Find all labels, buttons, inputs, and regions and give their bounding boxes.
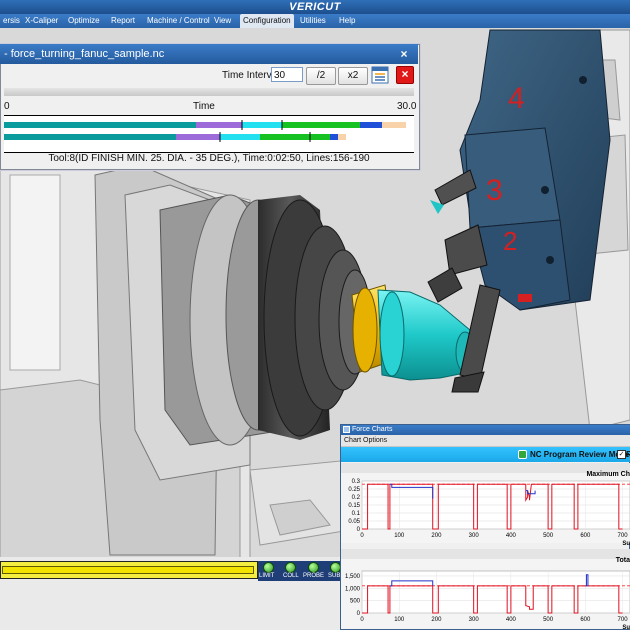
app-title: VERICUT bbox=[289, 1, 341, 13]
window-icon bbox=[343, 426, 350, 433]
menu-item-analysis[interactable]: ersis bbox=[0, 14, 23, 28]
y-tick-label: 0.1 bbox=[352, 511, 361, 517]
x-axis-label: Su bbox=[622, 541, 630, 547]
y-tick-label: 1,000 bbox=[345, 586, 361, 592]
workpiece-yellow-face bbox=[352, 287, 378, 373]
menu-item-view[interactable]: View bbox=[211, 14, 234, 28]
time-axis: 0 Time 30.0 bbox=[4, 101, 417, 113]
probe-led-label: PROBE bbox=[303, 573, 325, 579]
housing-panel bbox=[9, 174, 61, 371]
close-dialog-button[interactable]: × bbox=[396, 66, 414, 84]
time-segment-2 bbox=[196, 122, 242, 128]
y-tick-label: 0.25 bbox=[348, 487, 360, 493]
y-tick-label: 1,500 bbox=[345, 574, 361, 580]
force-charts-title: Force Charts bbox=[352, 426, 393, 433]
x-tick-label: 200 bbox=[431, 617, 442, 623]
turret-label-3: 3 bbox=[486, 174, 503, 207]
review-mode-label: NC Program Review Mode: bbox=[530, 450, 630, 459]
double-interval-button[interactable]: x2 bbox=[338, 67, 368, 85]
chart-title: Maximum Ch bbox=[586, 471, 630, 478]
time-bars-svg bbox=[4, 120, 406, 142]
turret-station-3 bbox=[464, 127, 561, 229]
x-tick-label: 200 bbox=[431, 533, 442, 539]
menu-item-x-caliper[interactable]: X-Caliper bbox=[22, 14, 61, 28]
time-segment-7 bbox=[4, 134, 176, 140]
y-tick-label: 0.05 bbox=[348, 519, 360, 525]
menu-item-optimize[interactable]: Optimize bbox=[65, 14, 103, 28]
time-segment-3 bbox=[242, 122, 282, 128]
x-tick-label: 700 bbox=[618, 617, 629, 623]
chart-title: Tota bbox=[616, 557, 630, 564]
x-tick-label: 300 bbox=[469, 533, 480, 539]
time-scrollbar[interactable] bbox=[4, 88, 414, 96]
menu-item-configuration[interactable]: Configuration bbox=[240, 14, 294, 28]
sub-led-label: SUB bbox=[328, 573, 341, 579]
x-tick-label: 500 bbox=[543, 617, 554, 623]
time-interval-input[interactable]: 30 bbox=[271, 67, 303, 82]
led-strip: LIMIT COLL PROBE SUB bbox=[258, 561, 341, 581]
time-segment-1 bbox=[4, 122, 196, 128]
x-tick-label: 700 bbox=[618, 533, 629, 539]
time-segment-11 bbox=[330, 134, 338, 140]
turret-bolt bbox=[579, 76, 587, 84]
chart-options-menu[interactable]: Chart Options bbox=[344, 435, 387, 446]
progress-bar bbox=[2, 566, 254, 574]
review-mode-icon bbox=[518, 450, 527, 459]
menu-item-report[interactable]: Report bbox=[108, 14, 138, 28]
y-tick-label: 500 bbox=[350, 599, 361, 605]
limit-led-label: LIMIT bbox=[259, 573, 275, 579]
x-tick-label: 100 bbox=[394, 533, 405, 539]
y-tick-label: 0.2 bbox=[352, 495, 361, 501]
force-charts-plot-area: Maximum Ch00.050.10.150.20.250.30 100 200 3… bbox=[341, 463, 630, 630]
menu-item-machine-control[interactable]: Machine / Control bbox=[144, 14, 213, 28]
time-segment-5 bbox=[360, 122, 382, 128]
workpiece-cyan-face bbox=[379, 291, 405, 377]
x-tick-label: 500 bbox=[543, 533, 554, 539]
coll-led-label: COLL bbox=[283, 573, 299, 579]
turret-bolt bbox=[541, 186, 549, 194]
time-segment-4 bbox=[282, 122, 360, 128]
menu-item-help[interactable]: Help bbox=[336, 14, 358, 28]
close-icon[interactable]: × bbox=[397, 44, 411, 64]
x-tick-label: 100 bbox=[394, 617, 405, 623]
review-mode-suffix: R bbox=[626, 450, 630, 459]
x-tick-label: 600 bbox=[580, 617, 591, 623]
menu-item-utilities[interactable]: Utilities bbox=[297, 14, 329, 28]
turret-label-2: 2 bbox=[503, 226, 517, 256]
x-axis-label: Su bbox=[622, 625, 630, 630]
x-tick-label: 300 bbox=[469, 617, 480, 623]
time-segment-9 bbox=[220, 134, 260, 140]
chart-grid-icon[interactable] bbox=[371, 66, 389, 84]
review-mode-checkbox[interactable]: ✓ bbox=[617, 450, 626, 459]
turret-label-4: 4 bbox=[508, 82, 525, 115]
x-tick-label: 600 bbox=[580, 533, 591, 539]
y-tick-label: 0.15 bbox=[348, 503, 360, 509]
chart-header bbox=[341, 549, 630, 559]
time-segment-8 bbox=[176, 134, 220, 140]
time-dialog-title: - force_turning_fanuc_sample.nc bbox=[4, 48, 165, 60]
time-bars[interactable] bbox=[4, 115, 414, 153]
turret-bolt bbox=[546, 256, 554, 264]
time-axis-start: 0 bbox=[4, 101, 10, 112]
time-segment-6 bbox=[382, 122, 406, 128]
x-tick-label: 400 bbox=[506, 617, 517, 623]
chart-plot-bg bbox=[361, 570, 630, 614]
turret-marker bbox=[518, 294, 532, 302]
halve-interval-button[interactable]: /2 bbox=[306, 67, 336, 85]
time-segment-10 bbox=[260, 134, 330, 140]
time-segment-12 bbox=[338, 134, 346, 140]
x-tick-label: 400 bbox=[506, 533, 517, 539]
time-axis-label: Time bbox=[193, 101, 215, 112]
y-tick-label: 0.3 bbox=[352, 479, 361, 485]
tool-status-text: Tool:8(ID FINISH MIN. 25. DIA. - 35 DEG.… bbox=[48, 153, 370, 164]
time-axis-end: 30.0 bbox=[397, 101, 417, 112]
